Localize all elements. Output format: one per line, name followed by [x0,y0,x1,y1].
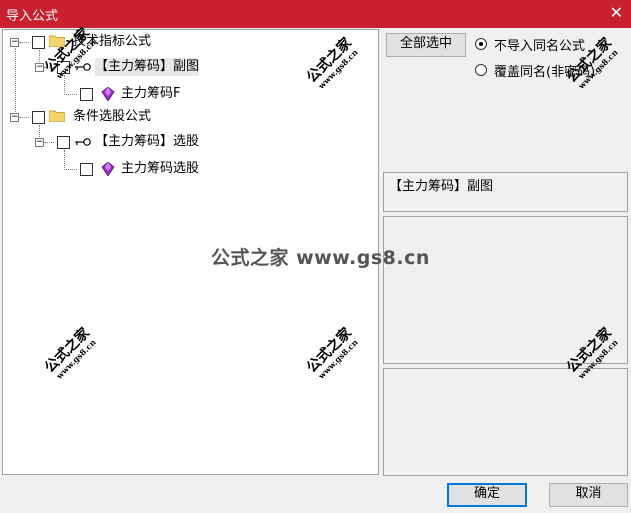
tree-label: 【主力筹码】选股 [95,134,200,149]
tree-node-item[interactable]: 主力筹码选股 [3,160,223,178]
gem-icon [101,87,115,101]
tree-label: 主力筹码F [121,86,181,101]
gem-icon [101,162,115,176]
window-title: 导入公式 [6,9,59,24]
collapse-icon[interactable]: − [10,113,19,122]
key-icon [75,63,91,71]
tree-node-item[interactable]: 主力筹码F [3,85,203,103]
cancel-button[interactable]: 取消 [549,483,628,507]
tree-label: 【主力筹码】副图 [95,58,200,76]
tree-label: 主力筹码选股 [121,161,200,176]
tree-node-folder[interactable]: − 条件选股公式 [3,108,203,126]
tree-node-formula[interactable]: − 【主力筹码】选股 [3,133,243,151]
checkbox[interactable] [57,136,70,149]
radio-overwrite[interactable] [475,64,487,76]
selected-formula-panel: 【主力筹码】副图 [383,172,628,212]
tree-label: 技术指标公式 [73,34,152,49]
checkbox[interactable] [32,111,45,124]
radio-skip-duplicates[interactable] [475,38,487,50]
tree-node-folder[interactable]: − 技术指标公式 [3,33,203,51]
formula-tree[interactable]: − 技术指标公式 − 【主力筹码】副图 主力筹码F − 条件选股公式 − 【主力… [2,29,379,475]
folder-icon [49,35,65,47]
checkbox[interactable] [80,88,93,101]
notes-panel [383,368,628,476]
checkbox[interactable] [57,61,70,74]
ok-button[interactable]: 确定 [447,483,527,507]
radio-skip-label: 不导入同名公式 [494,39,586,54]
description-panel [383,216,628,364]
key-icon [75,138,91,146]
select-all-button[interactable]: 全部选中 [386,33,466,57]
collapse-icon[interactable]: − [35,63,44,72]
selected-formula-name: 【主力筹码】副图 [389,179,494,194]
title-bar: 导入公式 ✕ [0,0,631,28]
collapse-icon[interactable]: − [10,38,19,47]
tree-node-formula[interactable]: − 【主力筹码】副图 [3,58,243,76]
close-icon[interactable]: ✕ [610,3,623,22]
radio-overwrite-label: 覆盖同名(非密码) [494,65,596,80]
checkbox[interactable] [80,163,93,176]
checkbox[interactable] [32,36,45,49]
folder-icon [49,110,65,122]
collapse-icon[interactable]: − [35,138,44,147]
tree-label: 条件选股公式 [73,109,152,124]
